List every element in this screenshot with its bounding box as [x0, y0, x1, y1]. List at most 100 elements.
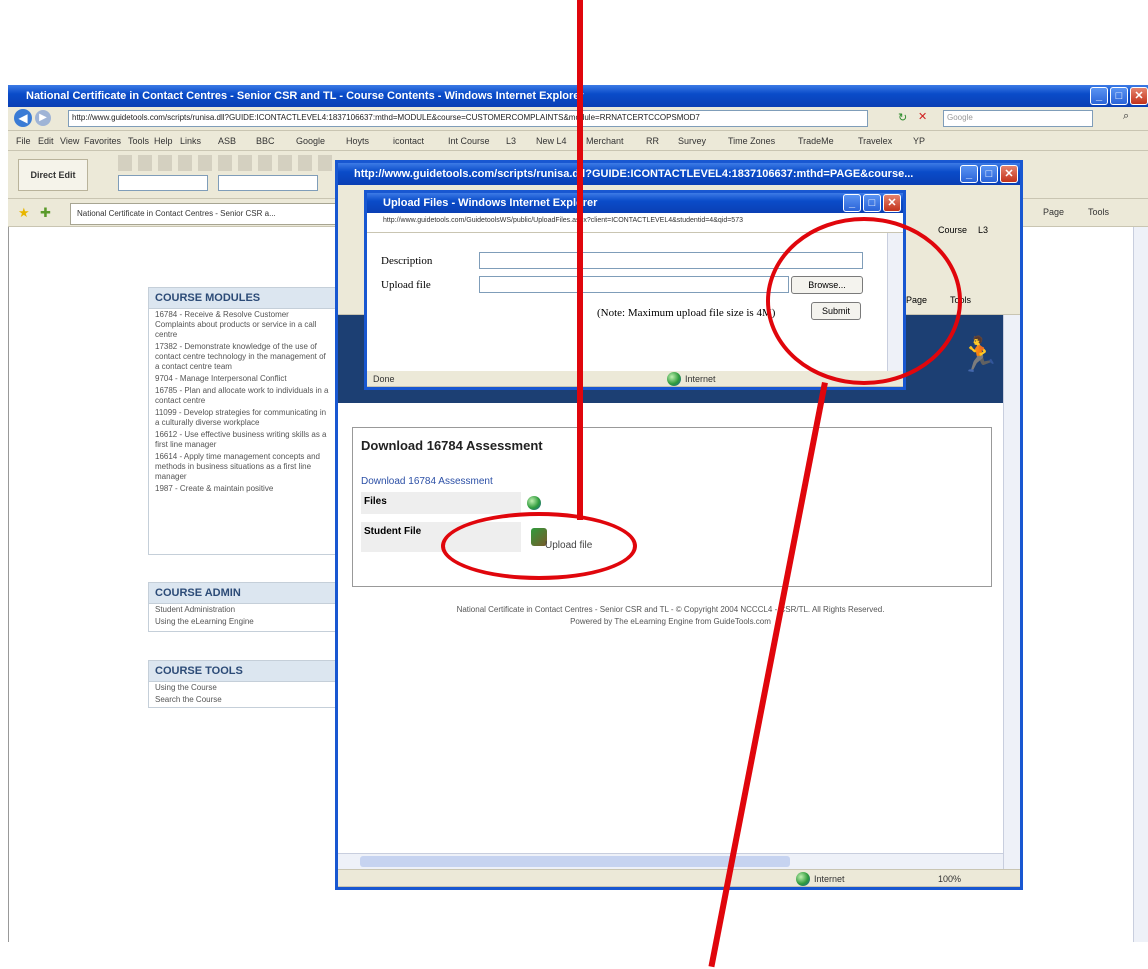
module-item[interactable]: 11099 - Develop strategies for communica…: [149, 407, 337, 429]
description-label: Description: [381, 255, 433, 267]
module-item[interactable]: 16785 - Plan and allocate work to indivi…: [149, 385, 337, 407]
module-item[interactable]: 16614 - Apply time management concepts a…: [149, 451, 337, 483]
student-file-label: Student File: [364, 526, 422, 537]
page-footer-line1: National Certificate in Contact Centres …: [456, 605, 885, 614]
files-globe-icon[interactable]: [527, 496, 541, 510]
tab-label: National Certificate in Contact Centres …: [77, 209, 276, 218]
popup-zoom-level[interactable]: 100%: [938, 870, 961, 886]
files-row: Files: [361, 492, 541, 514]
popup-zone-globe-icon: [796, 872, 810, 886]
link-merchant[interactable]: Merchant: [586, 131, 624, 150]
link-yp[interactable]: YP: [913, 131, 925, 150]
forward-icon[interactable]: ▶: [35, 110, 51, 126]
popup-titlebar: http://www.guidetools.com/scripts/runisa…: [338, 163, 1020, 185]
module-item[interactable]: 9704 - Manage Interpersonal Conflict: [149, 373, 337, 385]
upload-file-label: Upload file: [381, 279, 431, 291]
link-new-l4[interactable]: New L4: [536, 131, 567, 150]
address-text: http://www.guidetools.com/scripts/runisa…: [72, 113, 700, 122]
module-item[interactable]: 16784 - Receive & Resolve Customer Compl…: [149, 309, 337, 341]
tools-item-search-course[interactable]: Search the Course: [149, 694, 337, 706]
tools-item-using-course[interactable]: Using the Course: [149, 682, 337, 694]
upload-address-text: http://www.guidetools.com/GuidetoolsWS/p…: [383, 217, 743, 224]
popup-tab-l3[interactable]: L3: [978, 225, 988, 235]
address-field[interactable]: http://www.guidetools.com/scripts/runisa…: [68, 110, 868, 127]
popup-hscroll-thumb[interactable]: [360, 856, 790, 867]
link-bbc[interactable]: BBC: [256, 131, 275, 150]
menu-file[interactable]: File: [16, 131, 31, 150]
stop-icon[interactable]: ✕: [918, 110, 927, 123]
links-label: Links: [180, 136, 202, 146]
popup-status-bar: Internet 100%: [338, 869, 1020, 887]
link-time-zones[interactable]: Time Zones: [728, 131, 775, 150]
menu-help[interactable]: Help: [154, 131, 173, 150]
course-admin-heading: COURSE ADMIN: [149, 583, 337, 604]
annotation-circle-upload: [441, 512, 637, 580]
link-trademe[interactable]: TradeMe: [798, 131, 834, 150]
search-placeholder: Google: [947, 113, 973, 122]
tools-menu[interactable]: Tools: [1088, 207, 1109, 217]
link-int-course[interactable]: Int Course: [448, 131, 490, 150]
upload-dialog-title: Upload Files - Windows Internet Explorer: [383, 197, 598, 209]
link-l3[interactable]: L3: [506, 131, 516, 150]
refresh-icon[interactable]: ↻: [898, 111, 907, 124]
admin-item-using-elearning[interactable]: Using the eLearning Engine: [149, 616, 337, 628]
link-hoyts[interactable]: Hoyts: [346, 131, 369, 150]
minimize-button[interactable]: _: [1090, 87, 1108, 105]
popup-minimize-button[interactable]: _: [960, 165, 978, 183]
annotation-circle-browse: [766, 217, 962, 385]
favorites-star-icon[interactable]: ★: [18, 205, 30, 221]
tab-course-contents[interactable]: National Certificate in Contact Centres …: [70, 203, 338, 225]
style-select[interactable]: [118, 175, 208, 191]
page-menu[interactable]: Page: [1043, 207, 1064, 217]
menu-tools[interactable]: Tools: [128, 131, 149, 150]
module-item[interactable]: 1987 - Create & maintain positive: [149, 483, 337, 495]
popup-zone-label: Internet: [814, 874, 845, 884]
popup-horizontal-scrollbar[interactable]: [338, 853, 1003, 869]
toolbar-icons: [118, 155, 338, 171]
search-icon[interactable]: ⌕: [1123, 110, 1129, 123]
upload-close-button[interactable]: ✕: [883, 194, 901, 212]
maximize-button[interactable]: □: [1110, 87, 1128, 105]
course-modules-heading: COURSE MODULES: [149, 288, 337, 309]
module-item[interactable]: 17382 - Demonstrate knowledge of the use…: [149, 341, 337, 373]
vertical-scrollbar[interactable]: [1133, 227, 1148, 942]
course-tools-box: COURSE TOOLS Using the Course Search the…: [148, 660, 338, 708]
course-admin-box: COURSE ADMIN Student Administration Usin…: [148, 582, 338, 632]
link-google[interactable]: Google: [296, 131, 325, 150]
direct-edit-label: Direct Edit: [30, 170, 76, 180]
popup-close-button[interactable]: ✕: [1000, 165, 1018, 183]
link-icontact[interactable]: icontact: [393, 131, 424, 150]
direct-edit-button[interactable]: Direct Edit: [18, 159, 88, 191]
upload-maximize-button[interactable]: □: [863, 194, 881, 212]
upload-note: (Note: Maximum upload file size is 4M): [597, 307, 776, 319]
add-favorite-icon[interactable]: ✚: [40, 205, 51, 221]
download-link[interactable]: Download 16784 Assessment: [361, 476, 493, 487]
upload-zone-globe-icon: [667, 372, 681, 386]
upload-dialog-titlebar: Upload Files - Windows Internet Explorer…: [367, 193, 903, 213]
admin-item-student-administration[interactable]: Student Administration: [149, 604, 337, 616]
link-travelex[interactable]: Travelex: [858, 131, 892, 150]
link-rr[interactable]: RR: [646, 131, 659, 150]
download-heading: Download 16784 Assessment: [361, 438, 543, 453]
back-icon[interactable]: ◀: [14, 109, 32, 127]
menu-view[interactable]: View: [60, 131, 79, 150]
files-label: Files: [364, 496, 387, 507]
close-button[interactable]: ✕: [1130, 87, 1148, 105]
annotation-line-top: [577, 0, 583, 520]
link-asb[interactable]: ASB: [218, 131, 236, 150]
menu-favorites[interactable]: Favorites: [84, 131, 121, 150]
download-section: Download 16784 Assessment Download 16784…: [352, 427, 992, 587]
popup-tab-course[interactable]: Course: [938, 225, 967, 235]
font-select[interactable]: [218, 175, 318, 191]
runner-logo-icon: 🏃: [958, 336, 1001, 374]
search-field[interactable]: Google: [943, 110, 1093, 127]
main-window-title: National Certificate in Contact Centres …: [26, 90, 584, 102]
module-item[interactable]: 16612 - Use effective business writing s…: [149, 429, 337, 451]
link-survey[interactable]: Survey: [678, 131, 706, 150]
upload-file-field[interactable]: [479, 276, 789, 293]
page-footer-line2: Powered by The eLearning Engine from Gui…: [570, 617, 771, 626]
popup-maximize-button[interactable]: □: [980, 165, 998, 183]
upload-minimize-button[interactable]: _: [843, 194, 861, 212]
menu-edit[interactable]: Edit: [38, 131, 54, 150]
popup-vertical-scrollbar[interactable]: [1003, 315, 1020, 871]
